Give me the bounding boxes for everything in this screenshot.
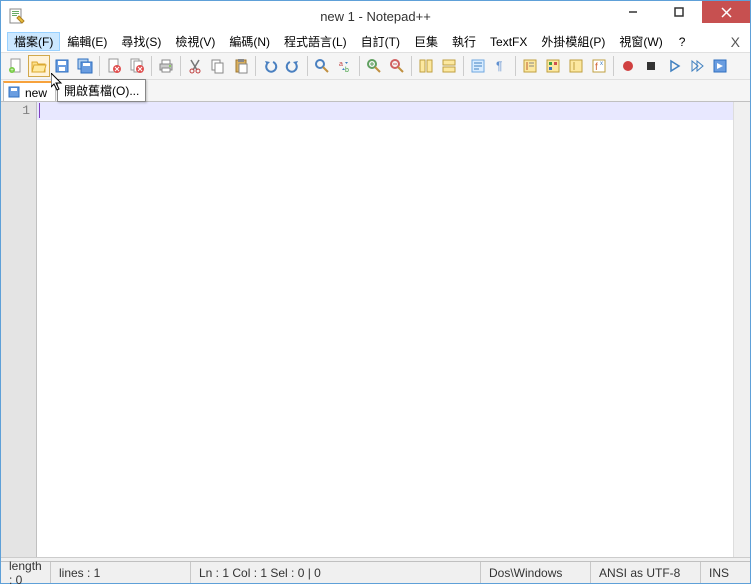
- title-bar: new 1 - Notepad++: [1, 1, 750, 31]
- status-eol: Dos\Windows: [481, 562, 591, 583]
- doc-map-icon[interactable]: [565, 55, 587, 77]
- svg-text:a: a: [339, 61, 343, 68]
- menu-window[interactable]: 視窗(W): [612, 32, 669, 51]
- menu-bar: 檔案(F) 編輯(E) 尋找(S) 檢視(V) 編碼(N) 程式語言(L) 自訂…: [1, 31, 750, 52]
- sync-v-icon[interactable]: [415, 55, 437, 77]
- app-window: new 1 - Notepad++ 檔案(F) 編輯(E) 尋找(S) 檢視(V…: [0, 0, 751, 584]
- menu-macro[interactable]: 巨集: [407, 32, 445, 51]
- udl-icon[interactable]: [542, 55, 564, 77]
- file-tab-label: new: [25, 86, 47, 100]
- svg-text:b: b: [345, 67, 349, 74]
- open-file-icon[interactable]: [28, 55, 50, 77]
- replace-icon[interactable]: ab: [334, 55, 356, 77]
- caret: [39, 103, 40, 118]
- zoom-out-icon[interactable]: [386, 55, 408, 77]
- wrap-icon[interactable]: [467, 55, 489, 77]
- toolbar-separator: [151, 56, 152, 76]
- close-all-icon[interactable]: [126, 55, 148, 77]
- editor-area: 1: [1, 102, 750, 557]
- svg-text:f: f: [595, 62, 598, 73]
- toolbar-separator: [359, 56, 360, 76]
- new-file-icon[interactable]: +: [5, 55, 27, 77]
- zoom-in-icon[interactable]: [363, 55, 385, 77]
- menu-run[interactable]: 執行: [445, 32, 483, 51]
- file-tab[interactable]: new: [3, 81, 56, 101]
- menu-plugins[interactable]: 外掛模組(P): [534, 32, 612, 51]
- maximize-button[interactable]: [656, 1, 702, 23]
- file-tab-icon: [8, 86, 21, 99]
- status-lines: lines : 1: [51, 562, 191, 583]
- svg-text:+: +: [10, 68, 14, 74]
- svg-text:x: x: [600, 61, 603, 67]
- indent-guide-icon[interactable]: [519, 55, 541, 77]
- menu-encoding[interactable]: 編碼(N): [222, 32, 277, 51]
- show-symbols-icon[interactable]: ¶: [490, 55, 512, 77]
- play-multi-icon[interactable]: [686, 55, 708, 77]
- close-button[interactable]: [702, 1, 750, 23]
- toolbar-separator: [613, 56, 614, 76]
- save-macro-icon[interactable]: [709, 55, 731, 77]
- menu-settings[interactable]: 自訂(T): [354, 32, 407, 51]
- save-all-icon[interactable]: [74, 55, 96, 77]
- toolbar: + ab ¶ fx: [1, 52, 750, 80]
- text-area[interactable]: [37, 102, 733, 557]
- stop-macro-icon[interactable]: [640, 55, 662, 77]
- close-file-icon[interactable]: [103, 55, 125, 77]
- toolbar-separator: [99, 56, 100, 76]
- toolbar-separator: [411, 56, 412, 76]
- record-macro-icon[interactable]: [617, 55, 639, 77]
- redo-icon[interactable]: [282, 55, 304, 77]
- line-gutter: 1: [1, 102, 37, 557]
- vertical-scrollbar[interactable]: [733, 102, 750, 557]
- cut-icon[interactable]: [184, 55, 206, 77]
- sync-h-icon[interactable]: [438, 55, 460, 77]
- menu-view[interactable]: 檢視(V): [168, 32, 222, 51]
- tooltip: 開啟舊檔(O)...: [57, 79, 146, 102]
- status-position: Ln : 1 Col : 1 Sel : 0 | 0: [191, 562, 481, 583]
- find-icon[interactable]: [311, 55, 333, 77]
- toolbar-separator: [255, 56, 256, 76]
- current-line-highlight: [37, 102, 733, 120]
- status-bar: length : 0 lines : 1 Ln : 1 Col : 1 Sel …: [1, 561, 750, 583]
- status-length: length : 0: [1, 562, 51, 583]
- menu-search[interactable]: 尋找(S): [114, 32, 168, 51]
- toolbar-separator: [307, 56, 308, 76]
- menu-language[interactable]: 程式語言(L): [277, 32, 354, 51]
- save-icon[interactable]: [51, 55, 73, 77]
- menu-edit[interactable]: 編輯(E): [60, 32, 114, 51]
- app-icon: [9, 8, 25, 24]
- status-insert-mode: INS: [701, 562, 750, 583]
- copy-icon[interactable]: [207, 55, 229, 77]
- menu-textfx[interactable]: TextFX: [483, 34, 534, 50]
- line-number: 1: [1, 103, 30, 118]
- window-controls: [610, 1, 750, 23]
- toolbar-separator: [515, 56, 516, 76]
- play-macro-icon[interactable]: [663, 55, 685, 77]
- toolbar-separator: [463, 56, 464, 76]
- menu-file[interactable]: 檔案(F): [7, 32, 60, 51]
- minimize-button[interactable]: [610, 1, 656, 23]
- menu-help[interactable]: ?: [672, 34, 693, 50]
- undo-icon[interactable]: [259, 55, 281, 77]
- status-encoding: ANSI as UTF-8: [591, 562, 701, 583]
- menu-close-doc[interactable]: X: [731, 34, 740, 50]
- paste-icon[interactable]: [230, 55, 252, 77]
- print-icon[interactable]: [155, 55, 177, 77]
- svg-text:¶: ¶: [496, 59, 502, 73]
- func-list-icon[interactable]: fx: [588, 55, 610, 77]
- toolbar-separator: [180, 56, 181, 76]
